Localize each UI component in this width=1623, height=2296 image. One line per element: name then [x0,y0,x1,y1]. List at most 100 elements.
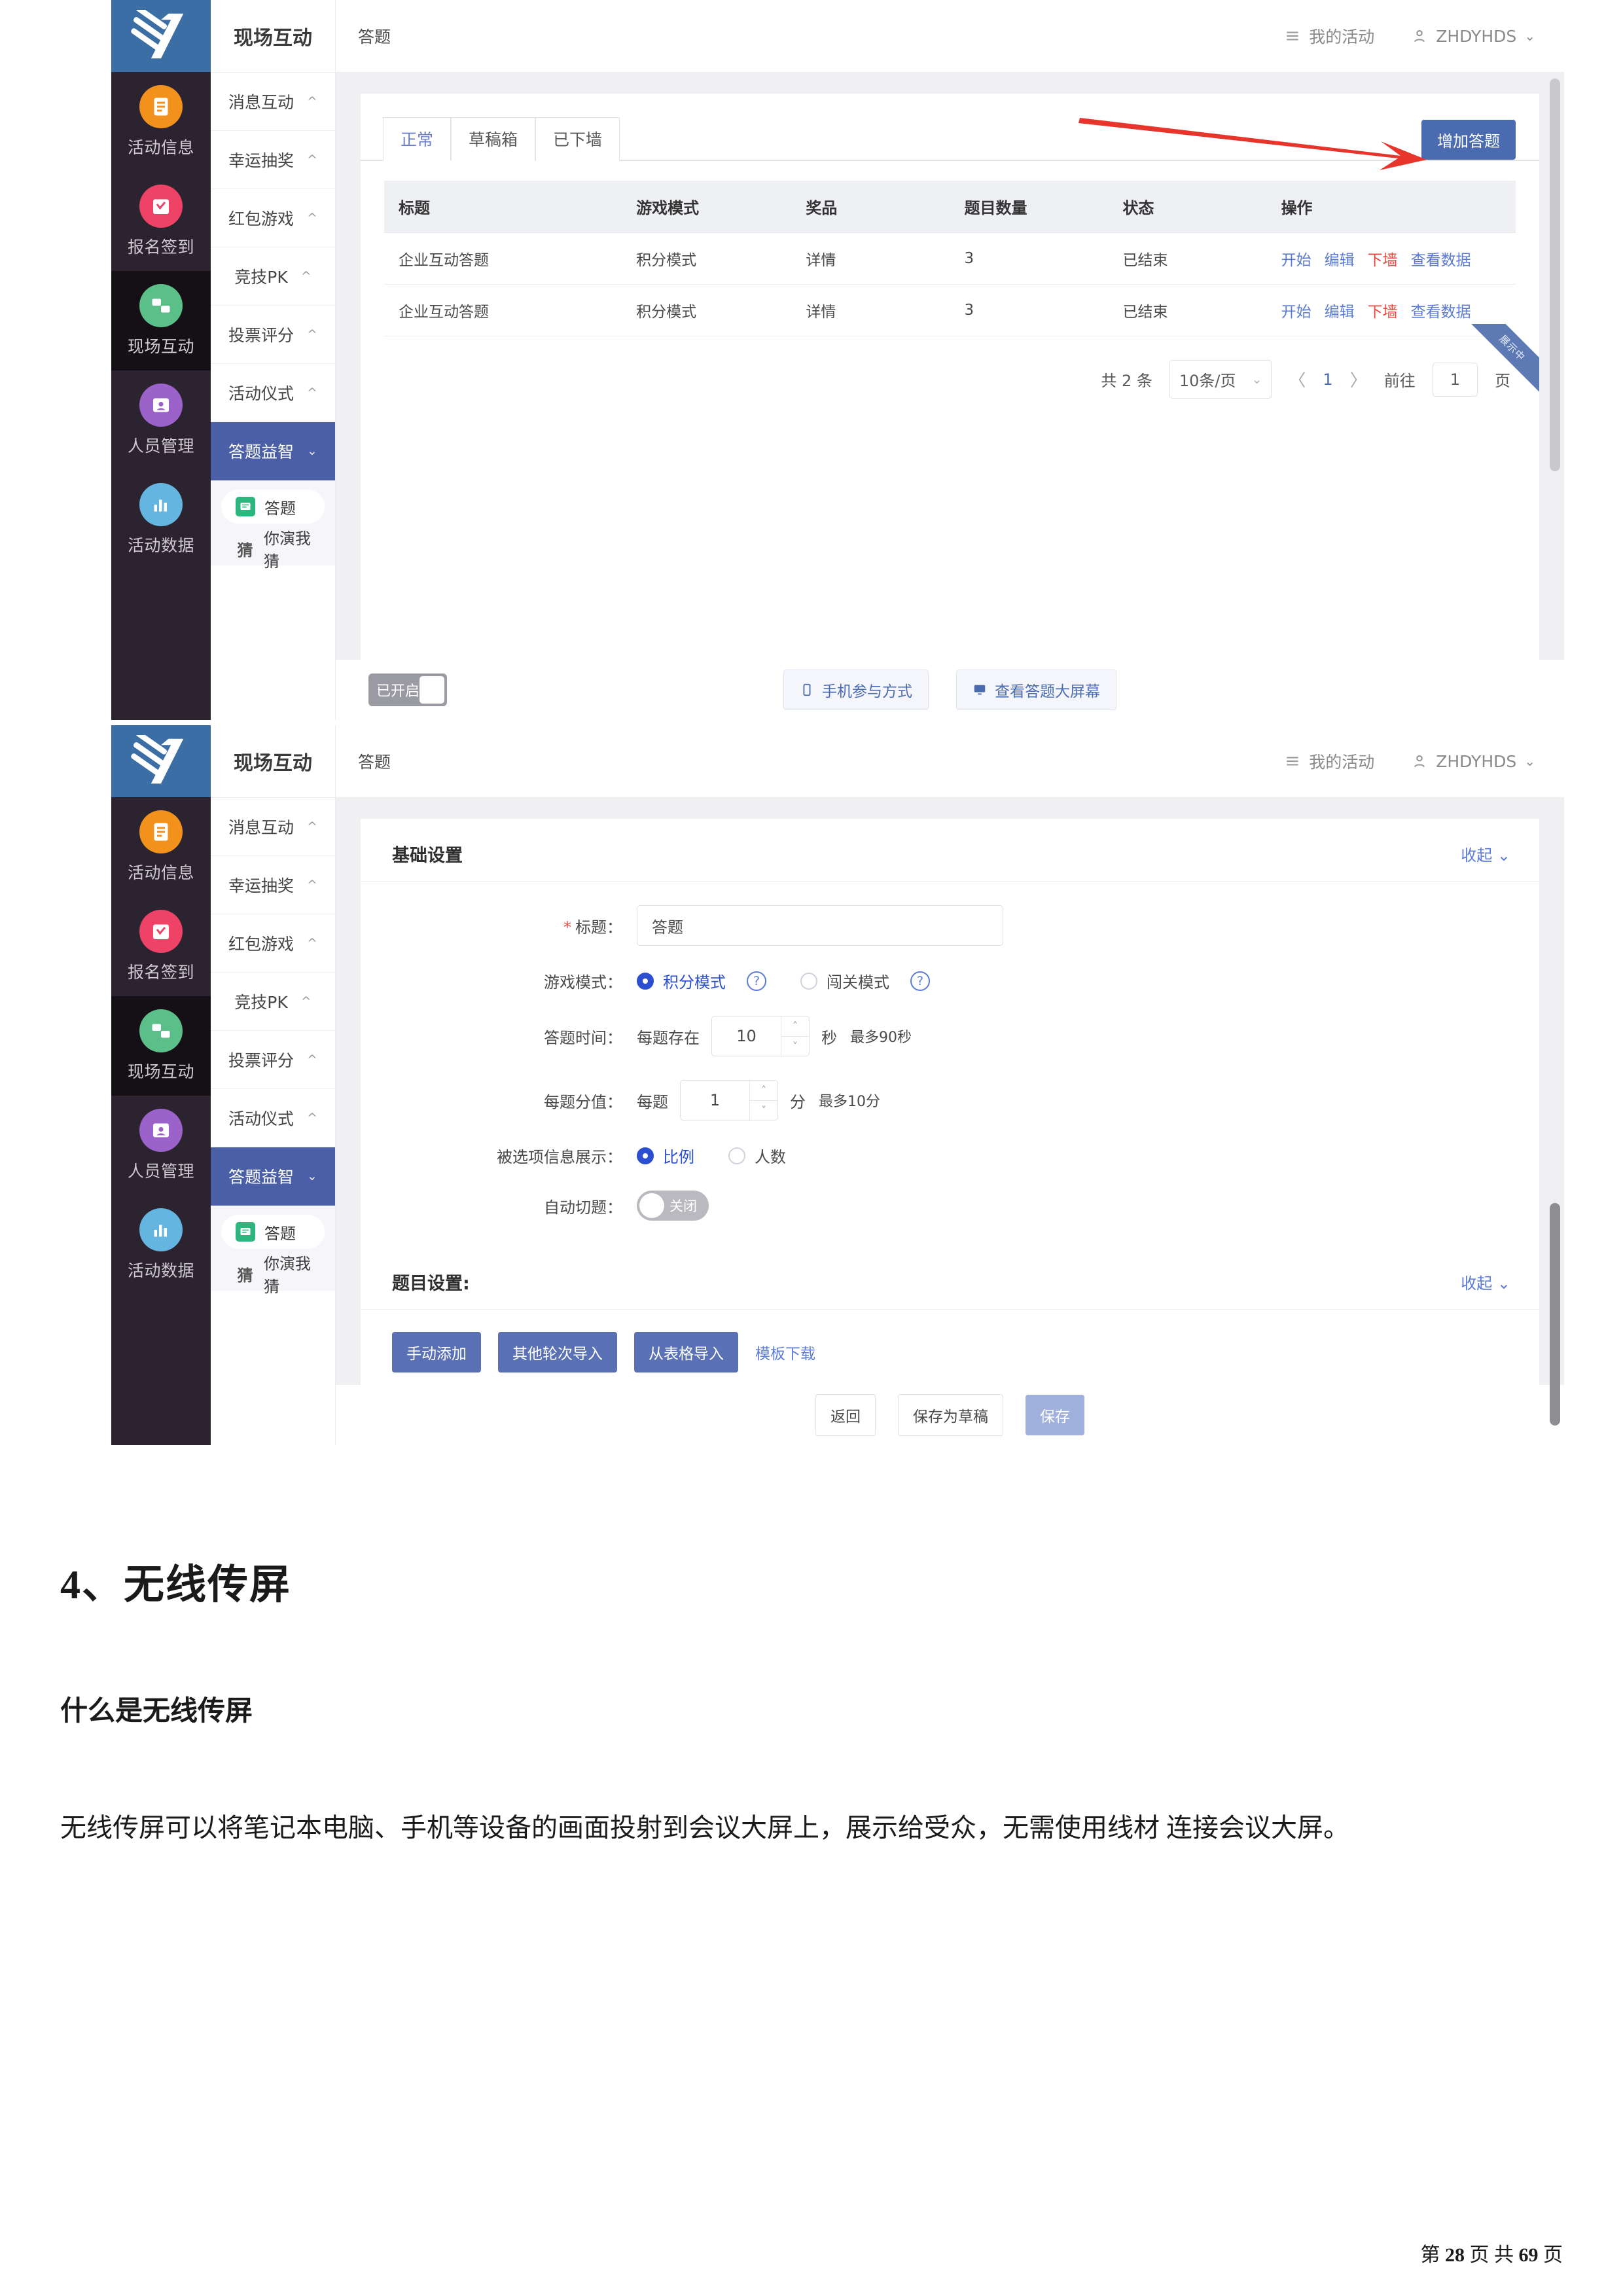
chevron-down-icon[interactable]: ˅ [750,1101,777,1121]
rail-item-1[interactable]: 报名签到 [111,171,211,271]
basic-settings-title: 基础设置 [392,846,463,866]
score-unit: 分 [790,1092,806,1111]
title-input[interactable]: 答题 [637,905,1003,946]
menu-item-1[interactable]: 幸运抽奖 ^ [211,131,335,189]
prev-page-button[interactable]: 〈 [1289,367,1306,391]
chevron-down-icon[interactable]: ˅ [781,1037,809,1056]
submenu-item-guess[interactable]: 猜 你演我猜 [221,529,325,571]
rail-item-4[interactable]: 活动数据 [111,470,211,569]
rail-item-0[interactable]: 活动信息 [111,797,211,897]
submenu-item-quiz[interactable]: 答题 [221,490,325,524]
chevron-down-icon: ⌄ [307,444,317,458]
radio-ratio[interactable]: 比例 [637,1144,694,1167]
phone-join-button[interactable]: 手机参与方式 [783,670,929,710]
template-download-link[interactable]: 模板下载 [755,1341,815,1363]
manual-add-button[interactable]: 手动添加 [392,1332,481,1372]
menu-item-label: 消息互动 [228,818,294,837]
op-edit[interactable]: 编辑 [1325,247,1355,270]
rail-item-3[interactable]: 人员管理 [111,1096,211,1195]
list-icon [1287,31,1298,41]
op-view-data[interactable]: 查看数据 [1411,247,1471,270]
phone-join-label: 手机参与方式 [822,683,912,700]
rail-item-1[interactable]: 报名签到 [111,897,211,996]
import-sheet-button[interactable]: 从表格导入 [634,1332,738,1372]
submenu-item-quiz[interactable]: 答题 [221,1215,325,1249]
save-draft-button[interactable]: 保存为草稿 [898,1394,1003,1436]
page-size-select[interactable]: 10条/页 ⌄ [1169,360,1272,399]
brand-logo-icon[interactable] [111,725,211,797]
chevron-up-icon[interactable]: ˄ [750,1081,777,1101]
op-offwall[interactable]: 下墙 [1368,247,1398,270]
rail-item-3[interactable]: 人员管理 [111,370,211,470]
tab-offwall[interactable]: 已下墙 [535,117,620,161]
next-page-button[interactable]: 〉 [1350,367,1367,391]
chevron-up-icon: ^ [307,878,317,892]
back-button[interactable]: 返回 [815,1394,876,1436]
user-menu[interactable]: ZHDYHDS ⌄ [1411,27,1535,46]
stepper-arrows[interactable]: ˄ ˅ [781,1016,809,1056]
rail-item-4[interactable]: 活动数据 [111,1195,211,1295]
radio-count[interactable]: 人数 [728,1144,786,1167]
rail-item-label: 活动数据 [127,1261,194,1280]
menu-item-2[interactable]: 红包游戏 ^ [211,189,335,247]
menu-item-0[interactable]: 消息互动 ^ [211,798,335,856]
menu-item-3[interactable]: 竞技PK ^ [211,973,335,1031]
cell-prize-link[interactable]: 详情 [791,284,950,336]
rail-item-2[interactable]: 现场互动 [111,271,211,370]
chevron-up-icon: ^ [307,211,317,225]
submenu-item-guess[interactable]: 猜 你演我猜 [221,1255,325,1296]
radio-score-mode[interactable]: 积分模式 [637,969,726,992]
op-offwall[interactable]: 下墙 [1368,299,1398,321]
view-screen-button[interactable]: 查看答题大屏幕 [956,670,1116,710]
my-activity-button[interactable]: 我的活动 [1284,749,1374,773]
menu-item-4[interactable]: 投票评分 ^ [211,306,335,364]
footer-prefix: 第 [1420,2244,1440,2266]
my-activity-button[interactable]: 我的活动 [1284,24,1374,48]
import-other-round-button[interactable]: 其他轮次导入 [498,1332,617,1372]
scrollbar[interactable] [1550,1203,1560,1426]
menu-item-0[interactable]: 消息互动 ^ [211,73,335,131]
menu-item-label: 红包游戏 [228,209,294,228]
stepper-arrows[interactable]: ˄ ˅ [749,1081,777,1120]
tab-normal[interactable]: 正常 [383,117,452,161]
menu-item-label: 答题益智 [228,1168,294,1187]
menu-item-3[interactable]: 竞技PK ^ [211,247,335,306]
op-start[interactable]: 开始 [1281,299,1311,321]
monitor-icon [974,685,986,695]
chevron-up-icon[interactable]: ˄ [781,1016,809,1037]
menu-item-quiz[interactable]: 答题益智 ⌄ [211,422,335,480]
cell-prize-link[interactable]: 详情 [791,232,950,285]
page-footer: 第 28 页 共 69 页 [1421,2238,1563,2267]
brand-logo-icon[interactable] [111,0,211,72]
menu-item-4[interactable]: 投票评分 ^ [211,1031,335,1089]
op-edit[interactable]: 编辑 [1325,299,1355,321]
menu-item-quiz[interactable]: 答题益智 ⌄ [211,1147,335,1206]
op-start[interactable]: 开始 [1281,247,1311,270]
scrollbar[interactable] [1550,79,1560,471]
radio-dot-icon [800,972,817,990]
time-stepper[interactable]: 10 ˄ ˅ [711,1016,810,1056]
auto-next-toggle[interactable]: 关闭 [637,1191,709,1221]
menu-item-5[interactable]: 活动仪式 ^ [211,1089,335,1147]
menu-item-1[interactable]: 幸运抽奖 ^ [211,856,335,914]
op-view-data[interactable]: 查看数据 [1411,299,1471,321]
collapse-basic-button[interactable]: 收起 ⌄ [1461,842,1510,865]
current-page[interactable]: 1 [1323,370,1332,389]
question-icon[interactable]: ? [747,971,766,991]
field-display-info: 被选项信息展示： 比例 人数 [361,1144,1539,1167]
score-stepper[interactable]: 1 ˄ ˅ [680,1080,778,1121]
menu-item-5[interactable]: 活动仪式 ^ [211,364,335,422]
cell-mode: 积分模式 [622,232,792,285]
collapse-question-button[interactable]: 收起 ⌄ [1461,1270,1510,1293]
save-button[interactable]: 保存 [1026,1395,1084,1435]
field-auto-next: 自动切题： 关闭 [361,1191,1539,1221]
tab-draft[interactable]: 草稿箱 [451,117,536,161]
menu-item-label: 活动仪式 [228,1109,294,1128]
rail-item-0[interactable]: 活动信息 [111,72,211,171]
menu-item-2[interactable]: 红包游戏 ^ [211,914,335,973]
question-icon[interactable]: ? [910,971,930,991]
user-menu[interactable]: ZHDYHDS ⌄ [1411,752,1535,771]
rail-item-2[interactable]: 现场互动 [111,996,211,1096]
chevron-down-icon: ⌄ [307,1169,317,1183]
radio-level-mode[interactable]: 闯关模式 [800,969,889,992]
